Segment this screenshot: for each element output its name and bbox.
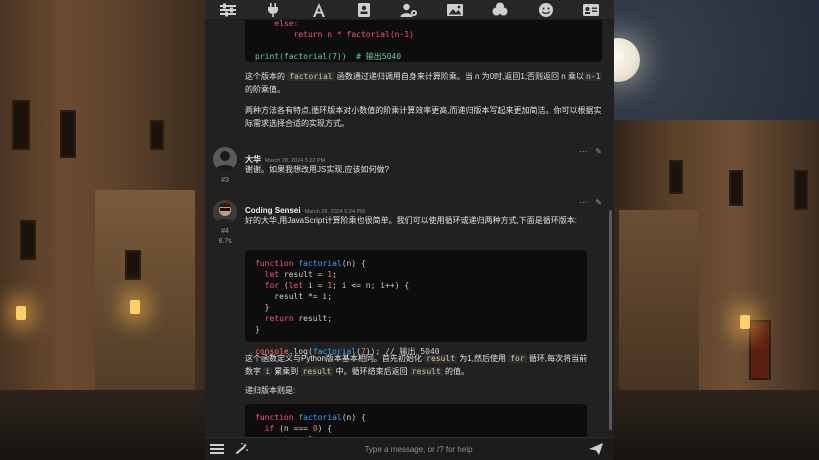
bot-avatar [213,200,237,224]
edit-icon[interactable]: ✎ [595,198,602,207]
chat-scrollbar[interactable] [609,210,612,430]
message-tools: ⋯ ✎ [579,198,602,207]
response-time: 8.7s [218,238,232,245]
plug-icon[interactable] [262,1,284,19]
edit-icon[interactable]: ✎ [595,147,602,156]
message-tools: ⋯ ✎ [579,147,602,156]
user-avatar [213,147,237,171]
image-icon[interactable] [444,1,466,19]
text-icon[interactable] [308,1,330,19]
more-options-icon[interactable]: ⋯ [579,147,587,156]
more-options-icon[interactable]: ⋯ [579,198,587,207]
code-line: print(factorial(7)) # 输出5040 [255,52,402,61]
chat-panel: else: return n * factorial(n-1) print(fa… [205,0,614,460]
top-toolbar [205,0,614,20]
python-code-block: else: return n * factorial(n-1) print(fa… [245,14,602,62]
street-lamp-right [740,315,750,329]
message-input-bar [205,437,614,460]
code-line: else: [255,19,299,28]
street-lamp-left [16,306,26,320]
message-index: #4 [221,228,229,235]
smile-icon[interactable] [535,1,557,19]
palette-icon[interactable] [489,1,511,19]
street-lamp-left-2 [130,300,140,314]
magic-wand-icon[interactable] [229,438,253,460]
address-card-icon[interactable] [580,1,602,19]
explanation-paragraph: 这个版本的 factorial 函数通过递归调用自身来计算阶乘。当 n 为0时,… [245,72,603,94]
id-card-icon[interactable] [353,1,375,19]
summary-paragraph: 两种方法各有特点,循环版本对小数值的阶乘计算效率更高,而递归版本写起来更加简洁。… [245,106,602,128]
send-icon[interactable] [584,438,608,460]
code-line: return n * factorial(n-1) [255,30,414,39]
recursive-label: 递归版本则是: [245,386,296,395]
menu-icon[interactable] [205,438,229,460]
message-text: 谢谢。如果我想改用JS实现,应该如何做? [245,165,390,174]
user-gear-icon[interactable] [398,1,420,19]
intro-paragraph: 好的大华,用JavaScript计算阶乘也很简单。我们可以使用循环或递归两种方式… [245,216,578,225]
js-explanation-paragraph: 这个函数定义与Python版本基本相同。首先初始化 result 为1,然后使用… [245,354,588,376]
message-input[interactable] [253,444,584,454]
js-code-block-loop: function factorial(n) { let result = 1; … [245,250,587,356]
message-index: #3 [221,177,229,184]
sliders-icon[interactable] [217,1,239,19]
